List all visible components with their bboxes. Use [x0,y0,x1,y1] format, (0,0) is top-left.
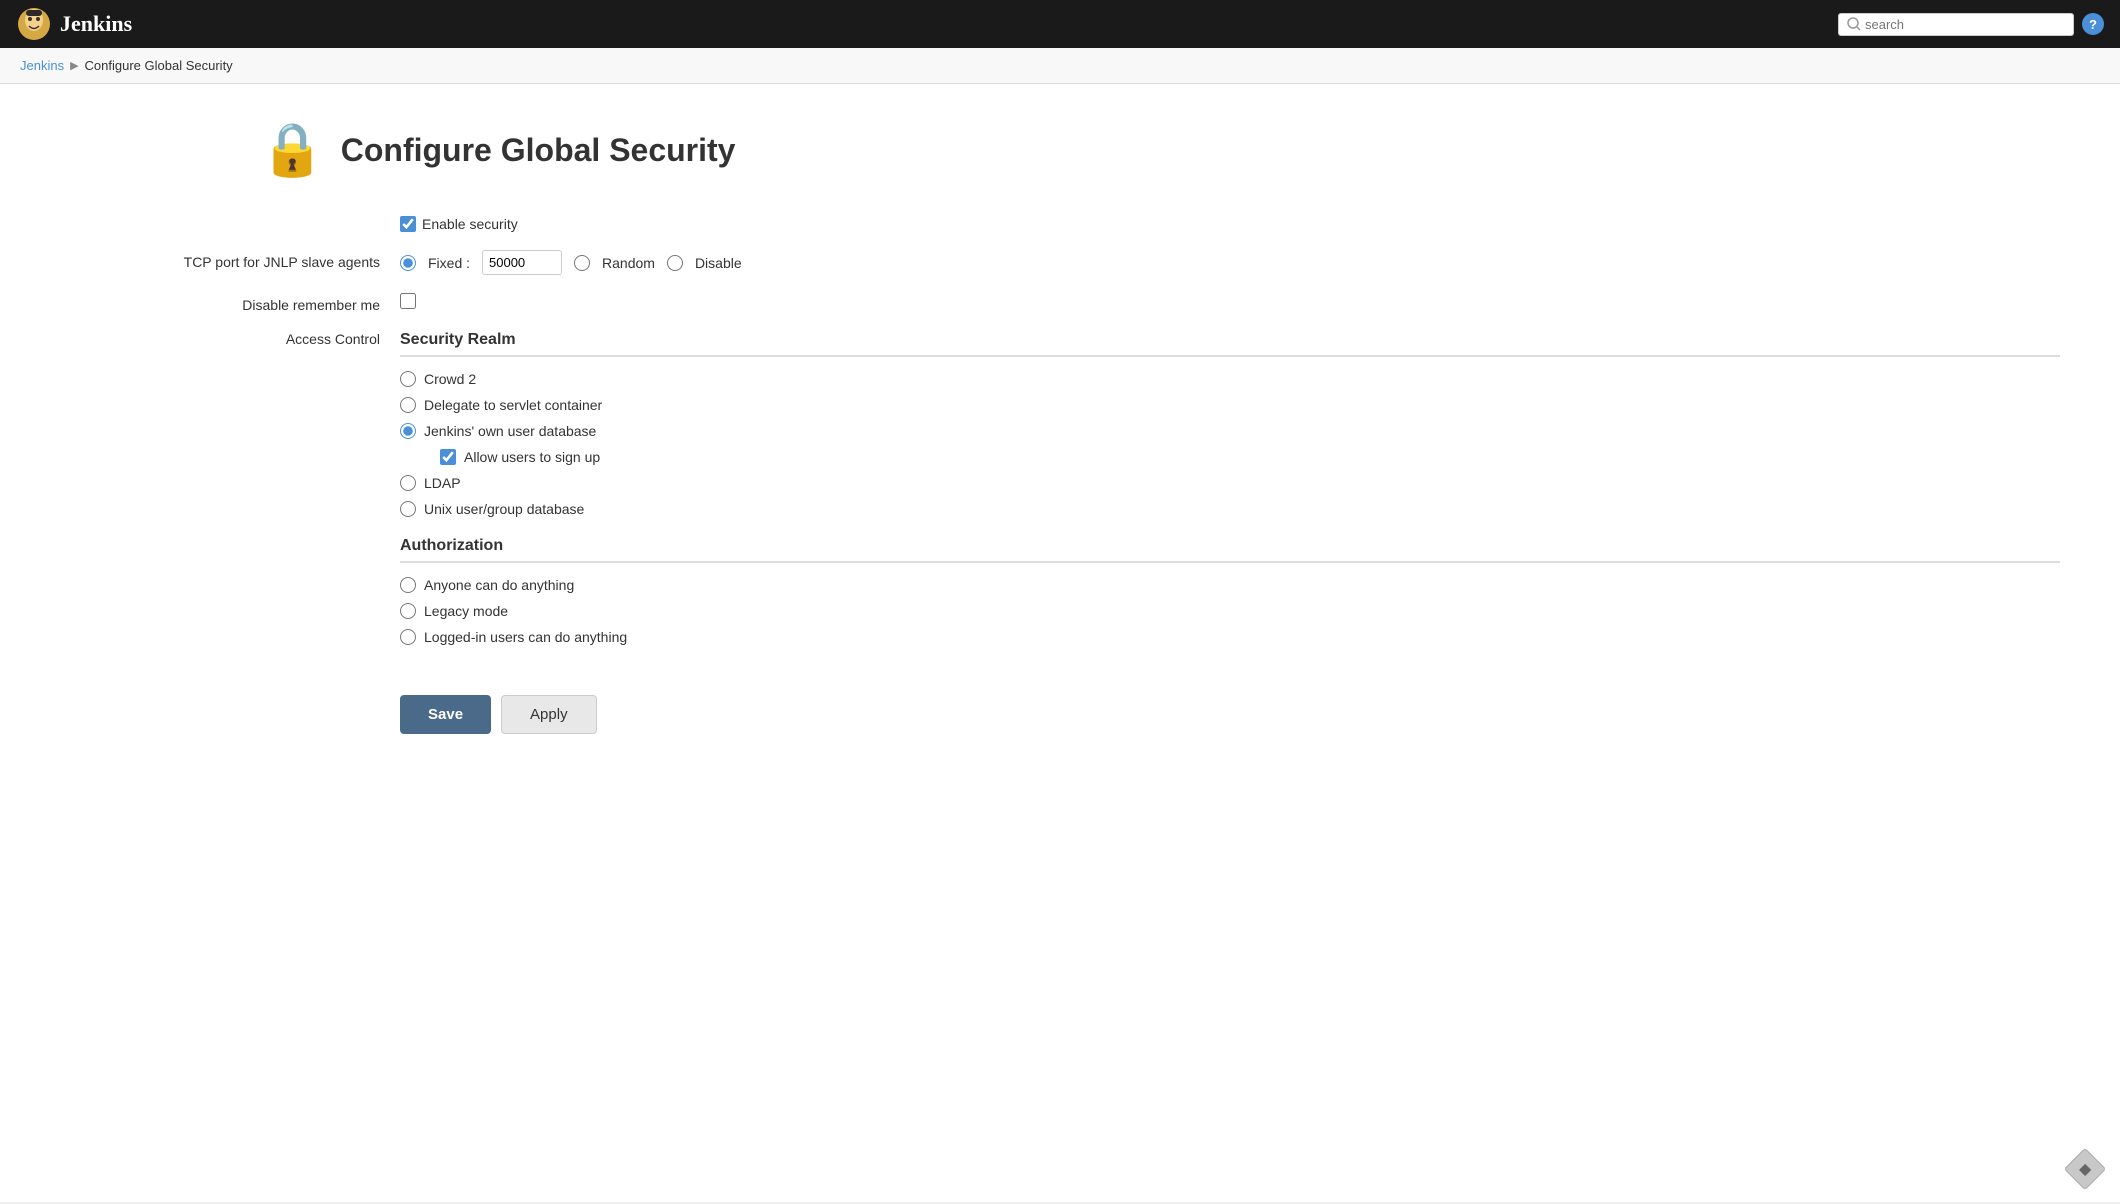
jnlp-disable-label: Disable [695,255,742,271]
jnlp-disable-radio[interactable] [667,255,683,271]
sr-delegate-radio[interactable] [400,397,416,413]
lock-icon: 🔒 [260,124,325,176]
sr-unix-radio[interactable] [400,501,416,517]
jnlp-random-radio[interactable] [574,255,590,271]
breadcrumb: Jenkins ▶ Configure Global Security [0,48,2120,84]
jnlp-row: TCP port for JNLP slave agents Fixed : R… [60,250,2060,275]
sr-crowd2-label: Crowd 2 [424,371,476,387]
allow-signup-checkbox[interactable] [440,449,456,465]
az-legacy-option: Legacy mode [400,603,2060,619]
apply-button[interactable]: Apply [501,695,597,734]
enable-security-control: Enable security [400,216,2060,232]
search-input[interactable] [1865,17,2065,32]
jnlp-fixed-label: Fixed : [428,255,470,271]
disable-remember-me-control [400,293,2060,309]
sr-unix-option: Unix user/group database [400,501,2060,517]
breadcrumb-home[interactable]: Jenkins [20,58,64,73]
button-row: Save Apply [400,695,2060,734]
navbar-brand: Jenkins [16,6,132,42]
access-control-row: Access Control Security Realm Crowd 2 De… [60,331,2060,655]
disable-remember-me-label: Disable remember me [60,293,400,313]
az-loggedin-label: Logged-in users can do anything [424,629,627,645]
access-control-panel: Security Realm Crowd 2 Delegate to servl… [400,331,2060,655]
page-title-row: 🔒 Configure Global Security [260,124,2060,176]
search-box[interactable] [1838,13,2074,36]
save-button[interactable]: Save [400,695,491,734]
sr-ldap-label: LDAP [424,475,461,491]
page-title: Configure Global Security [341,132,736,169]
corner-arrow-icon: ◆ [2079,1159,2091,1179]
az-anyone-label: Anyone can do anything [424,577,574,593]
sr-crowd2-radio[interactable] [400,371,416,387]
sr-jenkins-own-radio[interactable] [400,423,416,439]
navbar-title: Jenkins [60,11,132,37]
az-anyone-radio[interactable] [400,577,416,593]
security-realm-header: Security Realm [400,331,2060,357]
help-icon[interactable]: ? [2082,13,2104,35]
navbar: Jenkins ? [0,0,2120,48]
authorization-header: Authorization [400,537,2060,563]
jnlp-random-label: Random [602,255,655,271]
navbar-right: ? [1838,13,2104,36]
allow-signup-option: Allow users to sign up [440,449,2060,465]
access-control-label: Access Control [60,331,400,347]
jnlp-control: Fixed : Random Disable [400,250,2060,275]
sr-ldap-radio[interactable] [400,475,416,491]
az-anyone-option: Anyone can do anything [400,577,2060,593]
sr-crowd2-option: Crowd 2 [400,371,2060,387]
enable-security-row: Enable security [60,216,2060,232]
breadcrumb-separator: ▶ [70,59,78,72]
jnlp-options: Fixed : Random Disable [400,250,742,275]
sr-jenkins-own-option: Jenkins' own user database [400,423,2060,439]
sr-unix-label: Unix user/group database [424,501,584,517]
az-legacy-radio[interactable] [400,603,416,619]
enable-security-checkbox-wrapper: Enable security [400,216,518,232]
breadcrumb-current: Configure Global Security [85,58,233,73]
enable-security-label: Enable security [422,216,518,232]
jnlp-fixed-input[interactable] [482,250,562,275]
enable-security-label-cell [60,216,400,220]
jnlp-label: TCP port for JNLP slave agents [60,250,400,270]
search-icon [1847,17,1861,31]
az-loggedin-radio[interactable] [400,629,416,645]
disable-remember-me-checkbox[interactable] [400,293,416,309]
sr-ldap-option: LDAP [400,475,2060,491]
enable-security-checkbox[interactable] [400,216,416,232]
main-content: 🔒 Configure Global Security Enable secur… [0,84,2120,1202]
az-loggedin-option: Logged-in users can do anything [400,629,2060,645]
az-legacy-label: Legacy mode [424,603,508,619]
sr-delegate-label: Delegate to servlet container [424,397,602,413]
allow-signup-label: Allow users to sign up [464,449,600,465]
jenkins-logo-icon [16,6,52,42]
sr-delegate-option: Delegate to servlet container [400,397,2060,413]
jnlp-fixed-radio[interactable] [400,255,416,271]
disable-remember-me-row: Disable remember me [60,293,2060,313]
sr-jenkins-own-label: Jenkins' own user database [424,423,596,439]
